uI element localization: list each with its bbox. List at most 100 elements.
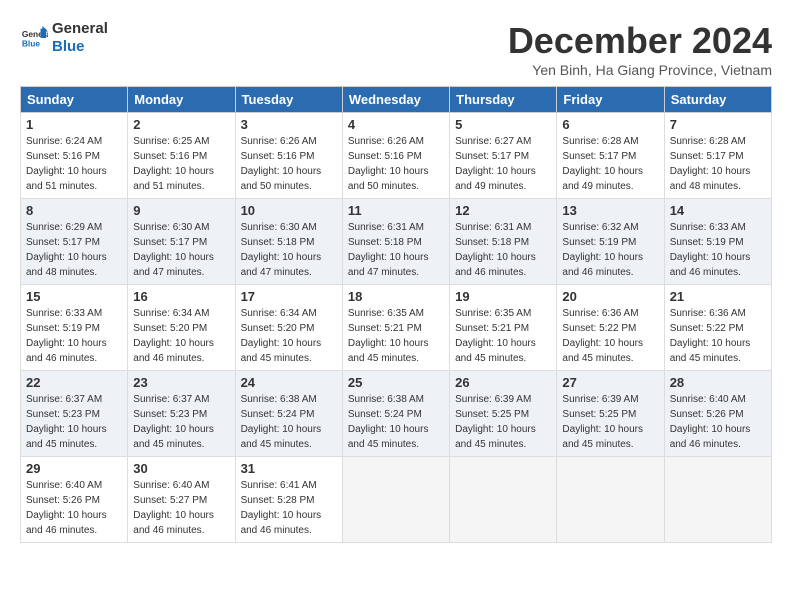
day-info: Sunrise: 6:41 AMSunset: 5:28 PMDaylight:…: [241, 478, 337, 538]
month-title: December 2024: [508, 20, 772, 62]
week-row-5: 29Sunrise: 6:40 AMSunset: 5:26 PMDayligh…: [21, 457, 772, 543]
day-cell-15: 15 Sunrise: 6:33 AMSunset: 5:19 PMDayligh…: [21, 285, 128, 371]
day-cell-10: 10 Sunrise: 6:30 AMSunset: 5:18 PMDayligh…: [235, 199, 342, 285]
day-number: 2: [133, 117, 229, 132]
day-number: 1: [26, 117, 122, 132]
day-info: Sunrise: 6:30 AMSunset: 5:18 PMDaylight:…: [241, 220, 337, 280]
day-cell-21: 21 Sunrise: 6:36 AMSunset: 5:22 PMDayligh…: [664, 285, 771, 371]
day-number: 31: [241, 461, 337, 476]
week-row-2: 8 Sunrise: 6:29 AMSunset: 5:17 PMDaylight…: [21, 199, 772, 285]
header-wednesday: Wednesday: [342, 87, 449, 113]
day-info: Sunrise: 6:37 AMSunset: 5:23 PMDaylight:…: [26, 392, 122, 452]
location-title: Yen Binh, Ha Giang Province, Vietnam: [508, 62, 772, 78]
day-number: 5: [455, 117, 551, 132]
day-info: Sunrise: 6:39 AMSunset: 5:25 PMDaylight:…: [455, 392, 551, 452]
day-number: 28: [670, 375, 766, 390]
day-number: 19: [455, 289, 551, 304]
day-number: 26: [455, 375, 551, 390]
day-number: 6: [562, 117, 658, 132]
day-info: Sunrise: 6:26 AMSunset: 5:16 PMDaylight:…: [348, 134, 444, 194]
title-area: December 2024 Yen Binh, Ha Giang Provinc…: [508, 20, 772, 78]
day-number: 13: [562, 203, 658, 218]
header-friday: Friday: [557, 87, 664, 113]
day-number: 15: [26, 289, 122, 304]
day-number: 18: [348, 289, 444, 304]
day-cell-6: 6 Sunrise: 6:28 AMSunset: 5:17 PMDaylight…: [557, 113, 664, 199]
day-cell-24: 24 Sunrise: 6:38 AMSunset: 5:24 PMDayligh…: [235, 371, 342, 457]
header-sunday: Sunday: [21, 87, 128, 113]
day-number: 25: [348, 375, 444, 390]
day-cell-7: 7 Sunrise: 6:28 AMSunset: 5:17 PMDaylight…: [664, 113, 771, 199]
header-thursday: Thursday: [450, 87, 557, 113]
day-number: 9: [133, 203, 229, 218]
day-info: Sunrise: 6:38 AMSunset: 5:24 PMDaylight:…: [348, 392, 444, 452]
day-number: 22: [26, 375, 122, 390]
day-number: 24: [241, 375, 337, 390]
day-cell-14: 14Sunrise: 6:33 AMSunset: 5:19 PMDayligh…: [664, 199, 771, 285]
header-saturday: Saturday: [664, 87, 771, 113]
day-cell-17: 17Sunrise: 6:34 AMSunset: 5:20 PMDayligh…: [235, 285, 342, 371]
day-info: Sunrise: 6:28 AMSunset: 5:17 PMDaylight:…: [562, 134, 658, 194]
day-info: Sunrise: 6:36 AMSunset: 5:22 PMDaylight:…: [670, 306, 766, 366]
day-info: Sunrise: 6:28 AMSunset: 5:17 PMDaylight:…: [670, 134, 766, 194]
svg-text:Blue: Blue: [22, 38, 40, 48]
day-cell-13: 13 Sunrise: 6:32 AMSunset: 5:19 PMDayligh…: [557, 199, 664, 285]
day-number: 27: [562, 375, 658, 390]
day-info: Sunrise: 6:25 AMSunset: 5:16 PMDaylight:…: [133, 134, 229, 194]
page-container: General Blue General Blue December 2024 …: [20, 20, 772, 543]
day-number: 14: [670, 203, 766, 218]
day-number: 8: [26, 203, 122, 218]
day-info: Sunrise: 6:34 AMSunset: 5:20 PMDaylight:…: [241, 306, 337, 366]
day-cell-3: 3 Sunrise: 6:26 AMSunset: 5:16 PMDaylight…: [235, 113, 342, 199]
day-number: 10: [241, 203, 337, 218]
day-number: 4: [348, 117, 444, 132]
day-number: 3: [241, 117, 337, 132]
day-info: Sunrise: 6:30 AMSunset: 5:17 PMDaylight:…: [133, 220, 229, 280]
day-info: Sunrise: 6:32 AMSunset: 5:19 PMDaylight:…: [562, 220, 658, 280]
day-cell-4: 4 Sunrise: 6:26 AMSunset: 5:16 PMDaylight…: [342, 113, 449, 199]
empty-cell: [557, 457, 664, 543]
logo-text: General Blue: [52, 20, 108, 56]
day-info: Sunrise: 6:33 AMSunset: 5:19 PMDaylight:…: [26, 306, 122, 366]
day-cell-11: 11Sunrise: 6:31 AMSunset: 5:18 PMDayligh…: [342, 199, 449, 285]
day-cell-26: 26 Sunrise: 6:39 AMSunset: 5:25 PMDayligh…: [450, 371, 557, 457]
week-row-4: 22 Sunrise: 6:37 AMSunset: 5:23 PMDayligh…: [21, 371, 772, 457]
day-info: Sunrise: 6:34 AMSunset: 5:20 PMDaylight:…: [133, 306, 229, 366]
empty-cell: [450, 457, 557, 543]
day-cell-30: 30 Sunrise: 6:40 AMSunset: 5:27 PMDayligh…: [128, 457, 235, 543]
day-cell-23: 23 Sunrise: 6:37 AMSunset: 5:23 PMDayligh…: [128, 371, 235, 457]
header-tuesday: Tuesday: [235, 87, 342, 113]
day-number: 23: [133, 375, 229, 390]
day-cell-1: 1 Sunrise: 6:24 AMSunset: 5:16 PMDaylight…: [21, 113, 128, 199]
day-info: Sunrise: 6:35 AMSunset: 5:21 PMDaylight:…: [348, 306, 444, 366]
day-info: Sunrise: 6:38 AMSunset: 5:24 PMDaylight:…: [241, 392, 337, 452]
day-cell-8: 8 Sunrise: 6:29 AMSunset: 5:17 PMDaylight…: [21, 199, 128, 285]
day-number: 16: [133, 289, 229, 304]
day-number: 7: [670, 117, 766, 132]
day-cell-2: 2 Sunrise: 6:25 AMSunset: 5:16 PMDaylight…: [128, 113, 235, 199]
day-info: Sunrise: 6:37 AMSunset: 5:23 PMDaylight:…: [133, 392, 229, 452]
day-cell-9: 9 Sunrise: 6:30 AMSunset: 5:17 PMDaylight…: [128, 199, 235, 285]
day-number: 21: [670, 289, 766, 304]
day-number: 20: [562, 289, 658, 304]
day-number: 12: [455, 203, 551, 218]
day-cell-18: 18 Sunrise: 6:35 AMSunset: 5:21 PMDayligh…: [342, 285, 449, 371]
calendar-table: Sunday Monday Tuesday Wednesday Thursday…: [20, 86, 772, 543]
day-cell-31: 31 Sunrise: 6:41 AMSunset: 5:28 PMDayligh…: [235, 457, 342, 543]
day-info: Sunrise: 6:40 AMSunset: 5:27 PMDaylight:…: [133, 478, 229, 538]
day-info: Sunrise: 6:35 AMSunset: 5:21 PMDaylight:…: [455, 306, 551, 366]
day-number: 30: [133, 461, 229, 476]
day-info: Sunrise: 6:40 AMSunset: 5:26 PMDaylight:…: [26, 478, 122, 538]
header: General Blue General Blue December 2024 …: [20, 20, 772, 78]
logo-icon: General Blue: [20, 24, 48, 52]
header-monday: Monday: [128, 87, 235, 113]
day-info: Sunrise: 6:26 AMSunset: 5:16 PMDaylight:…: [241, 134, 337, 194]
day-cell-27: 27Sunrise: 6:39 AMSunset: 5:25 PMDayligh…: [557, 371, 664, 457]
day-info: Sunrise: 6:31 AMSunset: 5:18 PMDaylight:…: [455, 220, 551, 280]
day-cell-12: 12 Sunrise: 6:31 AMSunset: 5:18 PMDayligh…: [450, 199, 557, 285]
day-info: Sunrise: 6:24 AMSunset: 5:16 PMDaylight:…: [26, 134, 122, 194]
day-cell-19: 19 Sunrise: 6:35 AMSunset: 5:21 PMDayligh…: [450, 285, 557, 371]
day-info: Sunrise: 6:29 AMSunset: 5:17 PMDaylight:…: [26, 220, 122, 280]
day-info: Sunrise: 6:31 AMSunset: 5:18 PMDaylight:…: [348, 220, 444, 280]
week-row-1: 1 Sunrise: 6:24 AMSunset: 5:16 PMDaylight…: [21, 113, 772, 199]
